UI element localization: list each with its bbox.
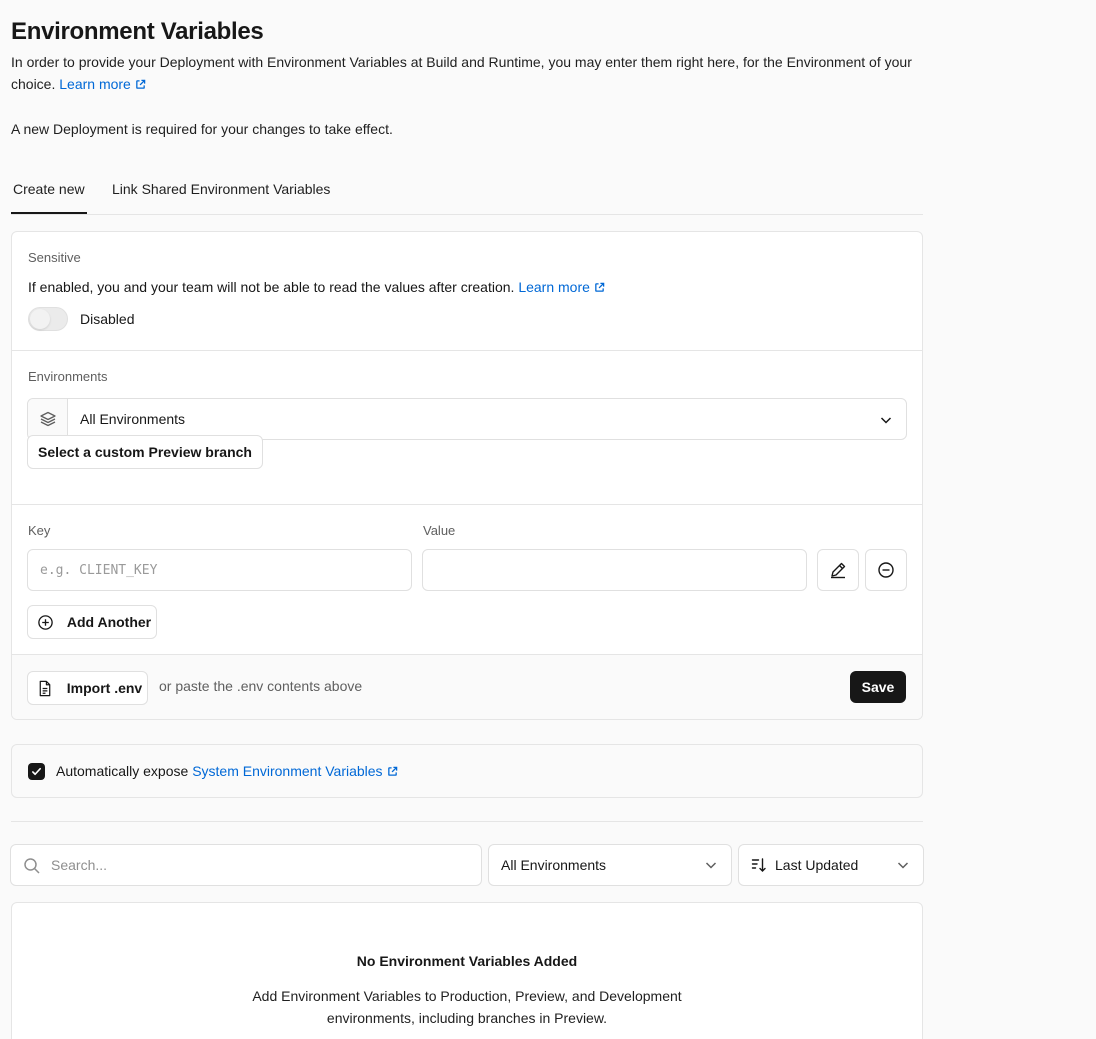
import-env-button[interactable]: Import .env [27, 671, 148, 705]
environments-select[interactable]: All Environments [27, 398, 907, 440]
save-button[interactable]: Save [850, 671, 906, 703]
description-text: In order to provide your Deployment with… [11, 54, 912, 92]
tab-link-shared[interactable]: Link Shared Environment Variables [112, 172, 330, 214]
environment-filter-value: All Environments [501, 857, 607, 873]
chevron-down-icon [897, 862, 909, 869]
sort-value: Last Updated [775, 857, 859, 873]
auto-expose-text: Automatically expose System Environment … [56, 762, 398, 780]
chevron-down-icon [880, 417, 892, 424]
auto-expose-checkbox[interactable] [28, 763, 45, 780]
sort-icon [751, 858, 766, 872]
external-link-icon [387, 766, 397, 776]
minus-circle-icon [878, 562, 894, 578]
auto-expose-label: Automatically expose [56, 763, 189, 779]
empty-state-title: No Environment Variables Added [356, 953, 578, 969]
sensitive-section: Sensitive If enabled, you and your team … [12, 232, 922, 351]
system-env-vars-label: System Environment Variables [192, 763, 383, 779]
sensitive-label: Sensitive [28, 250, 81, 265]
tab-create-new[interactable]: Create new [11, 172, 87, 214]
environments-selected: All Environments [80, 411, 186, 427]
environment-filter-dropdown[interactable]: All Environments [488, 844, 732, 886]
key-label: Key [28, 523, 51, 538]
key-input[interactable] [27, 549, 412, 591]
file-icon [39, 680, 51, 697]
external-link-icon [595, 282, 605, 292]
learn-more-link[interactable]: Learn more [59, 76, 146, 92]
create-variable-card: Sensitive If enabled, you and your team … [11, 231, 923, 720]
tab-bar: Create new Link Shared Environment Varia… [11, 172, 923, 215]
deployment-note: A new Deployment is required for your ch… [11, 121, 393, 137]
search-icon [24, 858, 40, 874]
environments-section: Environments All Environments Select a c… [12, 351, 922, 505]
custom-preview-branch-button[interactable]: Select a custom Preview branch [27, 435, 263, 469]
sensitive-toggle[interactable] [28, 307, 68, 331]
environments-prefix [28, 399, 68, 439]
edit-button[interactable] [817, 549, 859, 591]
add-another-label: Add Another [66, 614, 152, 630]
value-input[interactable] [422, 549, 807, 591]
sensitive-learn-more-link[interactable]: Learn more [518, 279, 605, 295]
search-input[interactable] [51, 845, 471, 885]
page-description: In order to provide your Deployment with… [11, 51, 916, 95]
environments-label: Environments [28, 369, 108, 384]
checkmark-icon [32, 767, 41, 776]
sensitive-learn-more-label: Learn more [518, 279, 590, 295]
toggle-state-label: Disabled [80, 311, 135, 327]
sort-dropdown[interactable]: Last Updated [738, 844, 924, 886]
key-value-section: Key Value Add Another [12, 505, 922, 655]
page-title: Environment Variables [11, 18, 264, 45]
import-env-label: Import .env [66, 680, 143, 696]
add-another-button[interactable]: Add Another [27, 605, 157, 639]
toggle-knob [30, 309, 50, 329]
value-label: Value [423, 523, 456, 538]
external-link-icon [136, 79, 146, 89]
pencil-icon [831, 562, 846, 579]
chevron-down-icon [705, 862, 717, 869]
empty-state-description: Add Environment Variables to Production,… [252, 988, 682, 1026]
system-env-vars-link[interactable]: System Environment Variables [192, 763, 397, 779]
layers-icon [40, 411, 56, 427]
empty-state: No Environment Variables Added Add Envir… [11, 902, 923, 1039]
paste-hint: or paste the .env contents above [159, 678, 363, 694]
auto-expose-panel: Automatically expose System Environment … [11, 744, 923, 798]
remove-row-button[interactable] [865, 549, 907, 591]
section-divider [11, 821, 923, 822]
card-footer: Import .env or paste the .env contents a… [12, 655, 922, 719]
learn-more-label: Learn more [59, 76, 131, 92]
sensitive-description: If enabled, you and your team will not b… [28, 277, 605, 297]
sensitive-description-text: If enabled, you and your team will not b… [28, 279, 515, 295]
search-box [10, 844, 482, 886]
plus-circle-icon [38, 615, 53, 630]
